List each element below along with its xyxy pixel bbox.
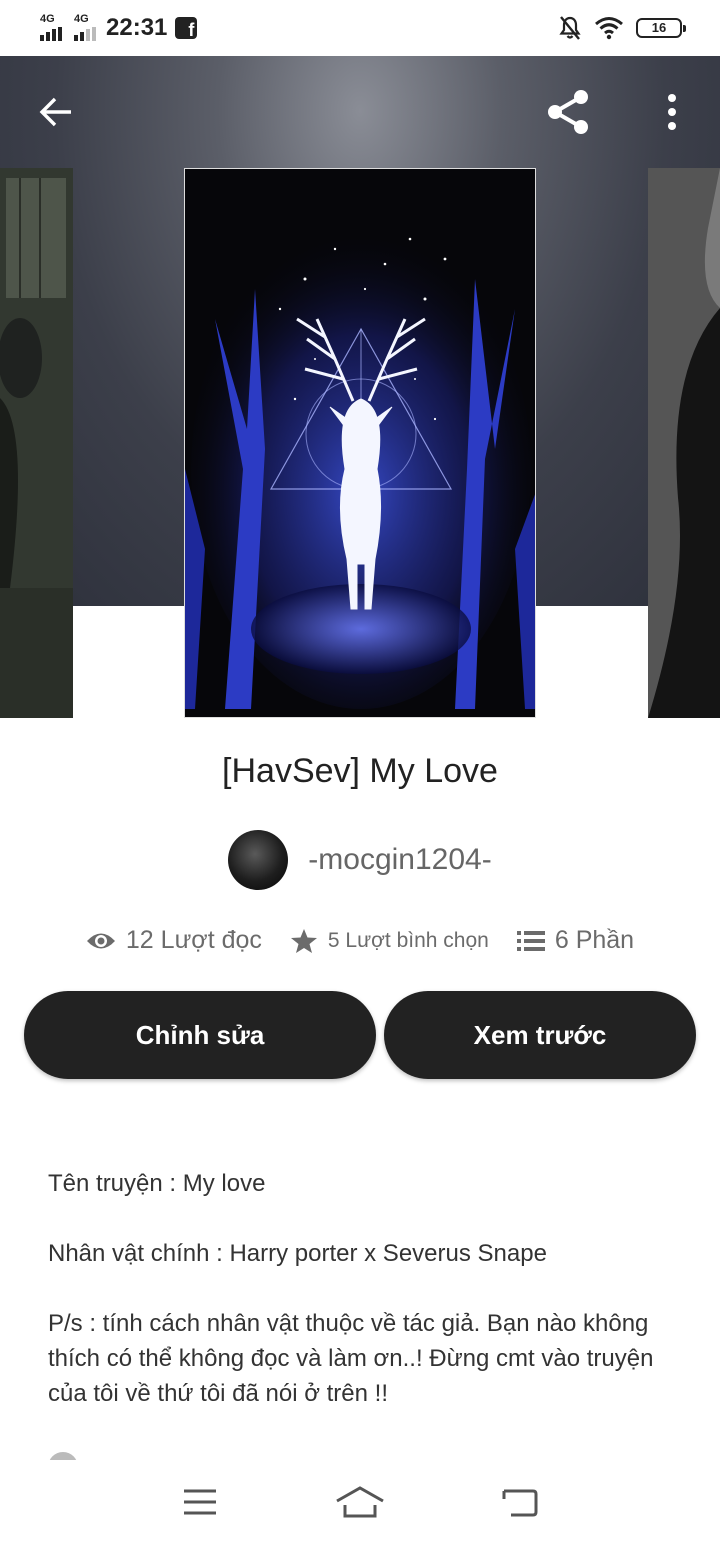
eye-icon bbox=[86, 933, 115, 948]
clock: 22:31 bbox=[106, 14, 168, 41]
network-type-1: 4G bbox=[40, 13, 55, 25]
share-icon bbox=[548, 90, 588, 134]
facebook-icon: f bbox=[175, 17, 198, 39]
parts-count: 6 Phần bbox=[554, 926, 635, 954]
battery-level: 16 bbox=[651, 20, 667, 35]
recents-button[interactable] bbox=[172, 1474, 228, 1530]
signal-icon: 4G bbox=[40, 13, 62, 41]
edit-button[interactable]: Chỉnh sửa bbox=[24, 991, 376, 1079]
more-vertical-icon bbox=[668, 94, 676, 130]
star-icon bbox=[290, 928, 317, 953]
menu-icon bbox=[184, 1489, 216, 1515]
parts-stat: 6 Phần bbox=[516, 926, 635, 955]
avatar[interactable] bbox=[228, 830, 289, 890]
arrow-left-icon bbox=[39, 97, 71, 127]
preview-button[interactable]: Xem trước bbox=[384, 991, 696, 1079]
home-icon bbox=[336, 1486, 384, 1518]
list-icon bbox=[516, 930, 545, 951]
story-title: [HavSev] My Love bbox=[222, 752, 498, 790]
story-cover-image[interactable] bbox=[184, 168, 536, 718]
network-type-2: 4G bbox=[74, 13, 89, 25]
votes-stat: 5 Lượt bình chọn bbox=[290, 928, 489, 954]
description-line: P/s : tính cách nhân vật thuộc về tác gi… bbox=[48, 1310, 654, 1407]
story-stats: 12 Lượt đọc 5 Lượt bình chọn 6 Phần bbox=[0, 926, 720, 955]
back-icon bbox=[502, 1489, 538, 1517]
story-description: Tên truyện : My love Nhân vật chính : Ha… bbox=[48, 1166, 678, 1446]
description-line: Nhân vật chính : Harry porter x Severus … bbox=[48, 1240, 547, 1267]
back-button[interactable] bbox=[28, 84, 84, 140]
previous-cover[interactable] bbox=[0, 168, 73, 718]
more-options-button[interactable] bbox=[644, 84, 700, 140]
reads-stat: 12 Lượt đọc bbox=[86, 926, 262, 955]
status-bar: 4G 4G 22:31 f 16 bbox=[0, 0, 720, 56]
system-nav-bar bbox=[0, 1460, 720, 1544]
votes-count: 5 Lượt bình chọn bbox=[327, 928, 489, 952]
reads-count: 12 Lượt đọc bbox=[125, 926, 262, 954]
home-button[interactable] bbox=[332, 1474, 388, 1530]
share-button[interactable] bbox=[540, 84, 596, 140]
author-row[interactable]: -mocgin1204- bbox=[0, 830, 720, 890]
wifi-icon bbox=[595, 17, 623, 40]
mute-bell-icon bbox=[559, 16, 581, 40]
author-name[interactable]: -mocgin1204- bbox=[308, 843, 491, 877]
battery-icon: 16 bbox=[636, 18, 686, 38]
description-line: Tên truyện : My love bbox=[48, 1170, 266, 1197]
next-cover[interactable] bbox=[648, 168, 720, 718]
back-nav-button[interactable] bbox=[492, 1474, 548, 1530]
signal-icon-2: 4G bbox=[74, 13, 96, 41]
